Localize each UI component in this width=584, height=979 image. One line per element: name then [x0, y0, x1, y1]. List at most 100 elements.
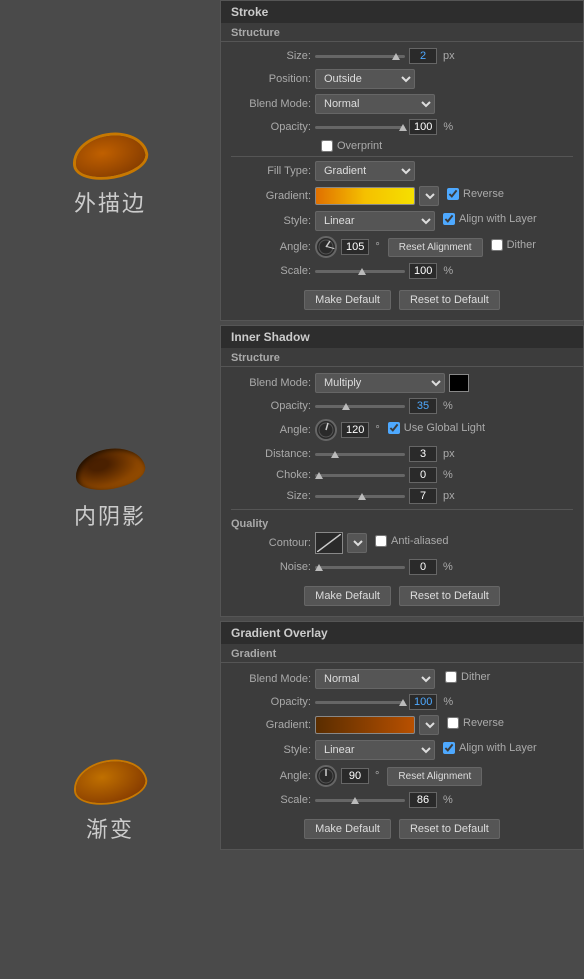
is-blend-dropdown[interactable]: MultiplyNormal	[315, 373, 445, 393]
is-global-light-check[interactable]: Use Global Light	[388, 422, 485, 434]
is-blend-row: Blend Mode: MultiplyNormal	[231, 373, 573, 393]
stroke-blend-dropdown[interactable]: NormalMultiplyScreen	[315, 94, 435, 114]
stroke-filltype-row: Fill Type: GradientColorPattern	[231, 161, 573, 181]
is-global-light-checkbox[interactable]	[388, 422, 400, 434]
is-opacity-slider[interactable]	[315, 401, 405, 411]
is-quality-label: Quality	[231, 514, 573, 532]
go-reverse-check[interactable]: Reverse	[447, 717, 504, 729]
stroke-make-default-btn[interactable]: Make Default	[304, 290, 391, 310]
stroke-filltype-dropdown[interactable]: GradientColorPattern	[315, 161, 415, 181]
is-noise-slider[interactable]	[315, 562, 405, 572]
go-align-check[interactable]: Align with Layer	[443, 742, 537, 754]
inner-shadow-label: 内阴影	[74, 499, 146, 531]
stroke-gradient-dropdown[interactable]: ▼	[419, 186, 439, 206]
stroke-divider	[231, 156, 573, 157]
is-distance-unit: px	[443, 448, 455, 460]
stroke-scale-label: Scale:	[231, 265, 311, 277]
stroke-dither-check[interactable]: Dither	[491, 239, 536, 251]
go-reverse-checkbox[interactable]	[447, 717, 459, 729]
go-angle-dial[interactable]	[315, 765, 337, 787]
stroke-align-checkbox[interactable]	[443, 213, 455, 225]
go-scale-slider[interactable]	[315, 795, 405, 805]
is-choke-value[interactable]: 0	[409, 467, 437, 483]
stroke-size-value[interactable]: 2	[409, 48, 437, 64]
stroke-align-check[interactable]: Align with Layer	[443, 213, 537, 225]
go-btn-row: Make Default Reset to Default	[231, 813, 573, 843]
go-body: Blend Mode: NormalMultiply Dither Opacit…	[221, 663, 583, 849]
is-color-swatch[interactable]	[449, 374, 469, 392]
inner-shadow-shape	[72, 443, 148, 495]
is-angle-svg	[317, 421, 335, 439]
is-contour-preview[interactable]	[315, 532, 343, 554]
go-align-label: Align with Layer	[459, 742, 537, 754]
stroke-opacity-slider[interactable]	[315, 122, 405, 132]
is-angle-label: Angle:	[231, 424, 311, 436]
stroke-angle-dial[interactable]	[315, 236, 337, 258]
stroke-overprint-checkbox[interactable]	[321, 140, 333, 152]
is-antialias-label: Anti-aliased	[391, 535, 448, 547]
is-angle-dial[interactable]	[315, 419, 337, 441]
go-gradient-dropdown[interactable]: ▼	[419, 715, 439, 735]
is-contour-row: Contour: ▼ Anti-aliased	[231, 532, 573, 554]
is-choke-slider[interactable]	[315, 470, 405, 480]
is-opacity-value[interactable]: 35	[409, 398, 437, 414]
go-opacity-value[interactable]: 100	[409, 694, 437, 710]
go-reset-alignment-btn[interactable]: Reset Alignment	[387, 767, 482, 786]
go-angle-value[interactable]: 90	[341, 768, 369, 784]
go-dither-checkbox[interactable]	[445, 671, 457, 683]
left-panel: 外描边 内阴影 渐变	[0, 0, 220, 979]
stroke-scale-value[interactable]: 100	[409, 263, 437, 279]
stroke-position-dropdown[interactable]: OutsideInsideCenter	[315, 69, 415, 89]
gradient-overlay-section: Gradient Overlay Gradient Blend Mode: No…	[220, 621, 584, 850]
stroke-opacity-row: Opacity: 100 %	[231, 119, 573, 135]
stroke-dither-checkbox[interactable]	[491, 239, 503, 251]
is-distance-slider[interactable]	[315, 449, 405, 459]
is-contour-dropdown[interactable]: ▼	[347, 533, 367, 553]
stroke-reset-alignment-btn[interactable]: Reset Alignment	[388, 238, 483, 257]
is-antialias-checkbox[interactable]	[375, 535, 387, 547]
stroke-angle-value[interactable]: 105	[341, 239, 369, 255]
stroke-size-slider[interactable]	[315, 51, 405, 61]
go-style-row: Style: LinearRadial Align with Layer	[231, 740, 573, 760]
gradient-item: 渐变	[75, 762, 145, 844]
is-size-value[interactable]: 7	[409, 488, 437, 504]
stroke-overprint-check[interactable]: Overprint	[321, 140, 573, 152]
stroke-position-row: Position: OutsideInsideCenter	[231, 69, 573, 89]
go-reset-default-btn[interactable]: Reset to Default	[399, 819, 500, 839]
go-make-default-btn[interactable]: Make Default	[304, 819, 391, 839]
right-panel: Stroke Structure Size: 2 px Position: Ou…	[220, 0, 584, 979]
stroke-gradient-bar[interactable]	[315, 187, 415, 205]
go-dither-check[interactable]: Dither	[445, 671, 490, 683]
stroke-style-dropdown[interactable]: LinearRadialAngle	[315, 211, 435, 231]
is-noise-unit: %	[443, 561, 453, 573]
is-make-default-btn[interactable]: Make Default	[304, 586, 391, 606]
stroke-reverse-checkbox[interactable]	[447, 188, 459, 200]
go-opacity-label: Opacity:	[231, 696, 311, 708]
go-style-dropdown[interactable]: LinearRadial	[315, 740, 435, 760]
is-noise-value[interactable]: 0	[409, 559, 437, 575]
go-blend-dropdown[interactable]: NormalMultiply	[315, 669, 435, 689]
go-opacity-slider[interactable]	[315, 697, 405, 707]
is-distance-value[interactable]: 3	[409, 446, 437, 462]
is-angle-row: Angle: 120 ° Use Global Light	[231, 419, 573, 441]
stroke-reverse-check[interactable]: Reverse	[447, 188, 504, 200]
go-align-checkbox[interactable]	[443, 742, 455, 754]
go-gradient-bar[interactable]	[315, 716, 415, 734]
stroke-opacity-value[interactable]: 100	[409, 119, 437, 135]
is-reset-default-btn[interactable]: Reset to Default	[399, 586, 500, 606]
stroke-size-row: Size: 2 px	[231, 48, 573, 64]
go-scale-value[interactable]: 86	[409, 792, 437, 808]
stroke-btn-row: Make Default Reset to Default	[231, 284, 573, 314]
stroke-size-unit: px	[443, 50, 455, 62]
is-angle-value[interactable]: 120	[341, 422, 369, 438]
go-blend-label: Blend Mode:	[231, 673, 311, 685]
go-reverse-label: Reverse	[463, 717, 504, 729]
stroke-reset-default-btn[interactable]: Reset to Default	[399, 290, 500, 310]
go-scale-row: Scale: 86 %	[231, 792, 573, 808]
is-noise-label: Noise:	[231, 561, 311, 573]
is-size-slider[interactable]	[315, 491, 405, 501]
stroke-size-label: Size:	[231, 50, 311, 62]
is-antialias-check[interactable]: Anti-aliased	[375, 535, 448, 547]
stroke-scale-slider[interactable]	[315, 266, 405, 276]
stroke-angle-label: Angle:	[231, 241, 311, 253]
